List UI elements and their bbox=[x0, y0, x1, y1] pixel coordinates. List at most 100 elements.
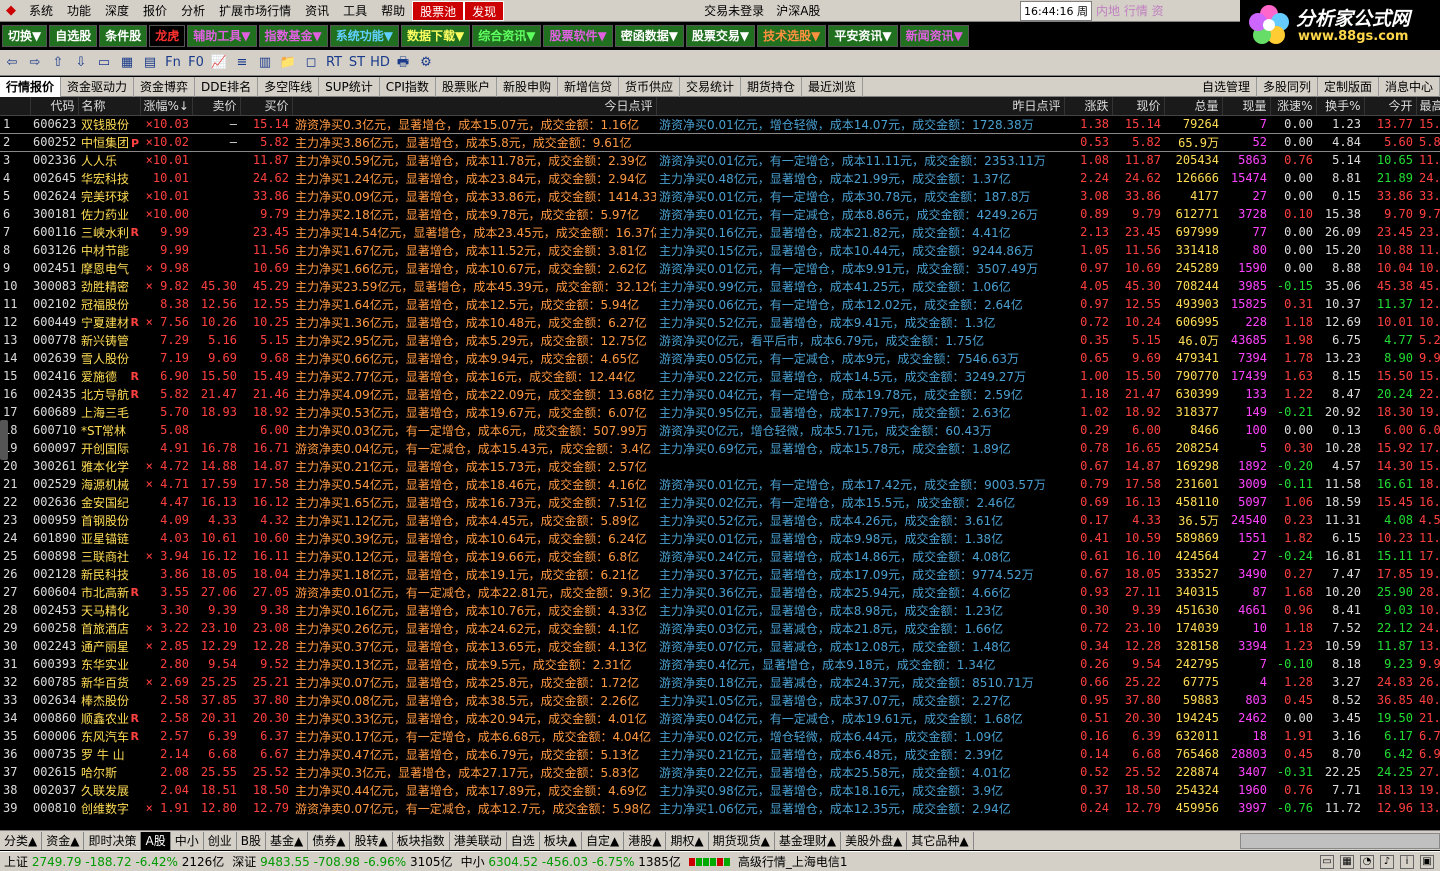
toolbar-button[interactable]: 密函数据▼ bbox=[614, 25, 684, 47]
menu-item[interactable]: 功能 bbox=[60, 1, 98, 21]
tab-right-2[interactable]: 定制版面 bbox=[1318, 76, 1379, 97]
table-cell[interactable]: 002128 bbox=[30, 565, 78, 583]
bottom-tab[interactable]: 美股外盘▲ bbox=[841, 831, 908, 850]
table-row[interactable]: 5 002624 完美环球 ×10.01 33.86 主力净买0.09亿元，显著增仓，成本… bbox=[0, 187, 1440, 205]
tab-13[interactable]: 最近浏览 bbox=[802, 76, 864, 97]
column-header[interactable]: 涨速% bbox=[1270, 97, 1317, 116]
tab-right-1[interactable]: 多股同列 bbox=[1257, 76, 1318, 97]
menu-item[interactable]: 系统 bbox=[22, 1, 60, 21]
bottom-tab[interactable]: 即时决策 bbox=[84, 831, 142, 850]
hd-icon[interactable]: HD bbox=[370, 53, 390, 73]
table-cell[interactable]: 爱施德 R bbox=[78, 367, 140, 385]
horizontal-scrollbar[interactable] bbox=[1240, 832, 1440, 849]
column-header[interactable]: 今日点评 bbox=[292, 97, 657, 116]
table-cell[interactable]: 000778 bbox=[30, 331, 78, 349]
table-row[interactable]: 10 300083 劲胜精密 × 9.82 45.30 45.29 主力净买23.59亿元，… bbox=[0, 277, 1440, 295]
index-sz[interactable]: 深证 9483.55 -708.98 -6.96% 3105亿 bbox=[228, 853, 456, 870]
table-row[interactable]: 8 603126 中材节能 9.99 11.56 主力净买1.67亿元，显著增仓，成本11… bbox=[0, 241, 1440, 259]
toolbar-button[interactable]: 数据下载▼ bbox=[400, 25, 471, 47]
table-cell[interactable]: 600006 bbox=[30, 727, 78, 745]
table-cell[interactable]: 亚星锚链 bbox=[78, 529, 140, 547]
table-cell[interactable]: 601890 bbox=[30, 529, 78, 547]
table-cell[interactable]: 002624 bbox=[30, 187, 78, 205]
column-header[interactable]: 现量 bbox=[1222, 97, 1271, 116]
menu-item[interactable]: 扩展市场行情 bbox=[212, 1, 298, 21]
table-cell[interactable]: 002416 bbox=[30, 367, 78, 385]
bottom-tab[interactable]: 基金▲ bbox=[266, 831, 309, 850]
bottom-tab[interactable]: A股 bbox=[141, 831, 171, 850]
toolbar-button[interactable]: 自选股 bbox=[49, 25, 98, 47]
bottom-tab[interactable]: 其它品种▲ bbox=[907, 831, 974, 850]
table-cell[interactable]: 雅本化学 bbox=[78, 457, 140, 475]
table-cell[interactable]: 002037 bbox=[30, 781, 78, 799]
table-row[interactable]: 27 600604 市北高新 R 3.55 27.06 27.05 游资净卖0.01亿元，有一… bbox=[0, 583, 1440, 601]
table-cell[interactable]: 金安国纪 bbox=[78, 493, 140, 511]
tab-4[interactable]: 多空阵线 bbox=[258, 76, 320, 97]
table-row[interactable]: 16 002435 北方导航 R 5.82 21.47 21.46 主力净买4.09亿元，显著… bbox=[0, 385, 1440, 403]
f10-icon[interactable]: F0 bbox=[186, 53, 206, 73]
table-cell[interactable]: 开创国际 bbox=[78, 439, 140, 457]
menu-item[interactable]: 帮助 bbox=[374, 1, 412, 21]
bottom-tab[interactable]: 期货现货▲ bbox=[709, 831, 775, 850]
bottom-tab[interactable]: 港美联动 bbox=[450, 831, 507, 850]
square-icon[interactable]: ◻ bbox=[301, 53, 321, 73]
up-icon[interactable]: ⇧ bbox=[48, 53, 68, 73]
down-icon[interactable]: ⇩ bbox=[71, 53, 91, 73]
table-cell[interactable]: 首旅酒店 bbox=[78, 619, 140, 637]
table-cell[interactable]: 北方导航 R bbox=[78, 385, 140, 403]
toolbar-button[interactable]: 平安资讯▼ bbox=[828, 25, 898, 47]
table-cell[interactable]: 佐力药业 bbox=[78, 205, 140, 223]
table-row[interactable]: 17 600689 上海三毛 5.70 18.93 18.92 主力净买0.53亿元，显著增… bbox=[0, 403, 1440, 421]
menu-item[interactable]: 分析 bbox=[174, 1, 212, 21]
table-cell[interactable]: 天马精化 bbox=[78, 601, 140, 619]
menu-item[interactable]: 工具 bbox=[336, 1, 374, 21]
table-row[interactable]: 18 600710 *ST常林 5.08 6.00 主力净买0.03亿元，有一定增仓，成本… bbox=[0, 421, 1440, 439]
bottom-tab[interactable]: 中小 bbox=[171, 831, 204, 850]
tab-0[interactable]: 行情报价 bbox=[0, 76, 62, 97]
brand-url[interactable]: www.88gs.com bbox=[1298, 29, 1408, 44]
tab-right-0[interactable]: 自选管理 bbox=[1196, 76, 1257, 97]
toolbar-button[interactable]: 指数基金▼ bbox=[258, 25, 328, 47]
toolbar-button[interactable]: 系统功能▼ bbox=[329, 25, 399, 47]
table-cell[interactable]: 三联商社 bbox=[78, 547, 140, 565]
bottom-tab[interactable]: 板块▲ bbox=[540, 831, 582, 850]
table-row[interactable]: 25 600898 三联商社 × 3.94 16.12 16.11 主力净买0.12亿元，显… bbox=[0, 547, 1440, 565]
tab-right-3[interactable]: 消息中心 bbox=[1379, 76, 1440, 97]
table-cell[interactable]: 002336 bbox=[30, 151, 78, 169]
table-row[interactable]: 35 600006 东风汽车 R 2.57 6.39 6.37 主力净买0.17亿元，有一定增… bbox=[0, 727, 1440, 745]
table-row[interactable]: 3 002336 人人乐 ×10.01 11.87 主力净买0.59亿元，显著增仓，成本1… bbox=[0, 151, 1440, 169]
table-cell[interactable]: 600710 bbox=[30, 421, 78, 439]
alert-icon[interactable]: ◔ bbox=[1360, 854, 1374, 869]
table-cell[interactable]: 002615 bbox=[30, 763, 78, 781]
table-row[interactable]: 4 002645 华宏科技 10.01 24.62 主力净买1.24亿元，显著增仓，成本2… bbox=[0, 169, 1440, 187]
server-label[interactable]: 高级行情_上海电信1 bbox=[734, 853, 852, 870]
list-icon[interactable]: ≡ bbox=[232, 53, 252, 73]
chart-icon[interactable]: ▥ bbox=[255, 53, 275, 73]
column-header[interactable]: 现价 bbox=[1112, 97, 1165, 116]
table-row[interactable]: 11 002102 冠福股份 8.38 12.56 12.55 主力净买1.64亿元，显著增… bbox=[0, 295, 1440, 313]
side-collapse-handle[interactable] bbox=[0, 420, 8, 460]
toolbar-button[interactable]: 切换▼ bbox=[2, 25, 48, 47]
menu-item[interactable]: 资讯 bbox=[298, 1, 336, 21]
table-cell[interactable]: 600449 bbox=[30, 313, 78, 331]
column-header[interactable]: 总量 bbox=[1164, 97, 1223, 116]
table-row[interactable]: 22 002636 金安国纪 4.47 16.13 16.12 主力净买1.65亿元，显著增… bbox=[0, 493, 1440, 511]
table-cell[interactable]: 002636 bbox=[30, 493, 78, 511]
table-row[interactable]: 15 002416 爱施德 R 6.90 15.50 15.49 主力净买2.77亿元，显著增… bbox=[0, 367, 1440, 385]
table-cell[interactable]: 冠福股份 bbox=[78, 295, 140, 313]
table-row[interactable]: 12 600449 宁夏建材 R × 7.56 10.26 10.25 主力净买1.36亿元，… bbox=[0, 313, 1440, 331]
table-cell[interactable]: 中材节能 bbox=[78, 241, 140, 259]
table-row[interactable]: 7 600116 三峡水利 R 9.99 23.45 主力净买14.54亿元，显著增仓，成本… bbox=[0, 223, 1440, 241]
table-cell[interactable]: 东风汽车 R bbox=[78, 727, 140, 745]
table-cell[interactable]: 罗 牛 山 bbox=[78, 745, 140, 763]
table-cell[interactable]: 新华百货 bbox=[78, 673, 140, 691]
table-cell[interactable]: 完美环球 bbox=[78, 187, 140, 205]
tab-11[interactable]: 交易统计 bbox=[680, 76, 742, 97]
column-header[interactable]: 买价 bbox=[240, 97, 293, 116]
back-icon[interactable]: ⇦ bbox=[2, 53, 22, 73]
table-cell[interactable]: 300083 bbox=[30, 277, 78, 295]
sys-icon[interactable]: ST bbox=[347, 53, 367, 73]
news-marquee[interactable]: 内地 行情 资 bbox=[1096, 1, 1256, 21]
table-cell[interactable]: 600258 bbox=[30, 619, 78, 637]
toolbar-button[interactable]: 条件股 bbox=[99, 25, 148, 47]
